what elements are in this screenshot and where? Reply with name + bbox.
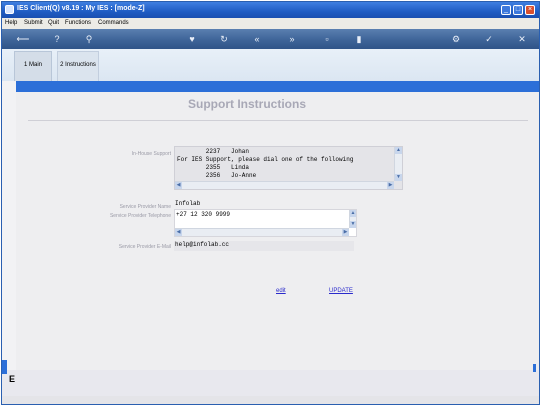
provider-email-field[interactable]: help@infolab.cc [174, 241, 354, 251]
tab-instructions-label: 2 Instructions [60, 62, 96, 68]
scroll-right-icon[interactable]: ▶ [387, 182, 394, 189]
menu-submit[interactable]: Submit [24, 20, 43, 26]
search-icon[interactable]: ⚲ [82, 32, 96, 46]
scroll-left-icon[interactable]: ◀ [175, 182, 182, 189]
scroll-left-icon[interactable]: ◀ [175, 229, 182, 236]
tab-main[interactable]: 1 Main [14, 51, 52, 81]
divider [28, 120, 528, 121]
page-icon[interactable]: ▮ [352, 32, 366, 46]
provider-telephone-textarea[interactable]: +27 12 320 9999 ▲ ▼ ◀ ▶ [174, 209, 357, 237]
in-house-line: 2355 Linda [177, 164, 250, 171]
telephone-vertical-scrollbar[interactable]: ▲ ▼ [349, 210, 356, 228]
provider-name-label: Service Provider Name [119, 204, 171, 210]
settings-icon[interactable]: ⚙ [449, 32, 463, 46]
title-bar: IES Client(Q) v8.19 : My IES : [mode-Z] … [2, 2, 539, 18]
in-house-line: 2237 Johan [177, 148, 250, 155]
rewind-icon[interactable]: « [250, 32, 264, 46]
scroll-down-icon[interactable]: ▼ [395, 174, 402, 181]
horizontal-scrollbar[interactable]: ◀ ▶ [175, 181, 394, 189]
provider-email-label: Service Provider E-Mail [118, 244, 171, 250]
tab-underline-band [16, 81, 539, 92]
left-accent-bar [2, 360, 7, 374]
refresh-icon[interactable]: ↻ [217, 32, 231, 46]
menu-quit[interactable]: Quit [48, 20, 59, 26]
stop-icon[interactable]: ▫ [320, 32, 334, 46]
app-window: IES Client(Q) v8.19 : My IES : [mode-Z] … [1, 1, 540, 405]
provider-telephone-value: +27 12 320 9999 [176, 211, 231, 218]
left-margin [2, 81, 16, 370]
tab-main-label: 1 Main [23, 62, 42, 68]
in-house-support-label: In-House Support [131, 151, 171, 157]
in-house-support-text: 2237 Johan For IES Support, please dial o… [177, 148, 353, 180]
scroll-right-icon[interactable]: ▶ [342, 229, 349, 236]
in-house-line: 2356 Jo-Anne [177, 172, 257, 179]
fast-forward-icon[interactable]: » [285, 32, 299, 46]
menu-bar: Help Submit Quit Functions Commands [2, 18, 539, 29]
status-bar [2, 396, 539, 404]
telephone-horizontal-scrollbar[interactable]: ◀ ▶ [175, 228, 349, 236]
in-house-support-textarea[interactable]: 2237 Johan For IES Support, please dial o… [174, 146, 403, 190]
app-icon [5, 5, 14, 14]
scroll-up-icon[interactable]: ▲ [395, 147, 402, 154]
back-arrow-icon[interactable]: ⟵ [12, 32, 34, 46]
scroll-down-icon[interactable]: ▼ [350, 221, 356, 228]
heart-icon[interactable]: ♥ [185, 32, 199, 46]
minimize-button[interactable]: _ [501, 5, 511, 15]
toolbar: ⟵ ? ⚲ ♥ ↻ « » ▫ ▮ ⚙ ✓ ✕ [2, 29, 539, 49]
menu-help[interactable]: Help [5, 20, 17, 26]
close-icon[interactable]: ✕ [515, 32, 529, 46]
close-button[interactable]: × [525, 5, 535, 15]
menu-commands[interactable]: Commands [98, 20, 129, 26]
provider-telephone-label: Service Provider Telephone [109, 213, 171, 219]
sidebar-glyph: E [9, 374, 16, 384]
right-accent-bar [533, 364, 536, 372]
page-title: Support Instructions [188, 97, 306, 111]
menu-functions[interactable]: Functions [65, 20, 91, 26]
edit-link[interactable]: edit [276, 288, 286, 294]
main-content: Support Instructions In-House Support 22… [16, 92, 539, 370]
help-icon[interactable]: ? [50, 32, 64, 46]
window-title: IES Client(Q) v8.19 : My IES : [mode-Z] [17, 5, 145, 12]
maximize-button[interactable]: □ [513, 5, 523, 15]
in-house-line: For IES Support, please dial one of the … [177, 156, 354, 163]
vertical-scrollbar[interactable]: ▲ ▼ [394, 147, 402, 181]
check-icon[interactable]: ✓ [482, 32, 496, 46]
scroll-up-icon[interactable]: ▲ [350, 210, 356, 217]
tab-strip: 1 Main 2 Instructions [2, 49, 539, 81]
tab-instructions[interactable]: 2 Instructions [57, 51, 99, 81]
update-link[interactable]: UPDATE [329, 288, 353, 294]
